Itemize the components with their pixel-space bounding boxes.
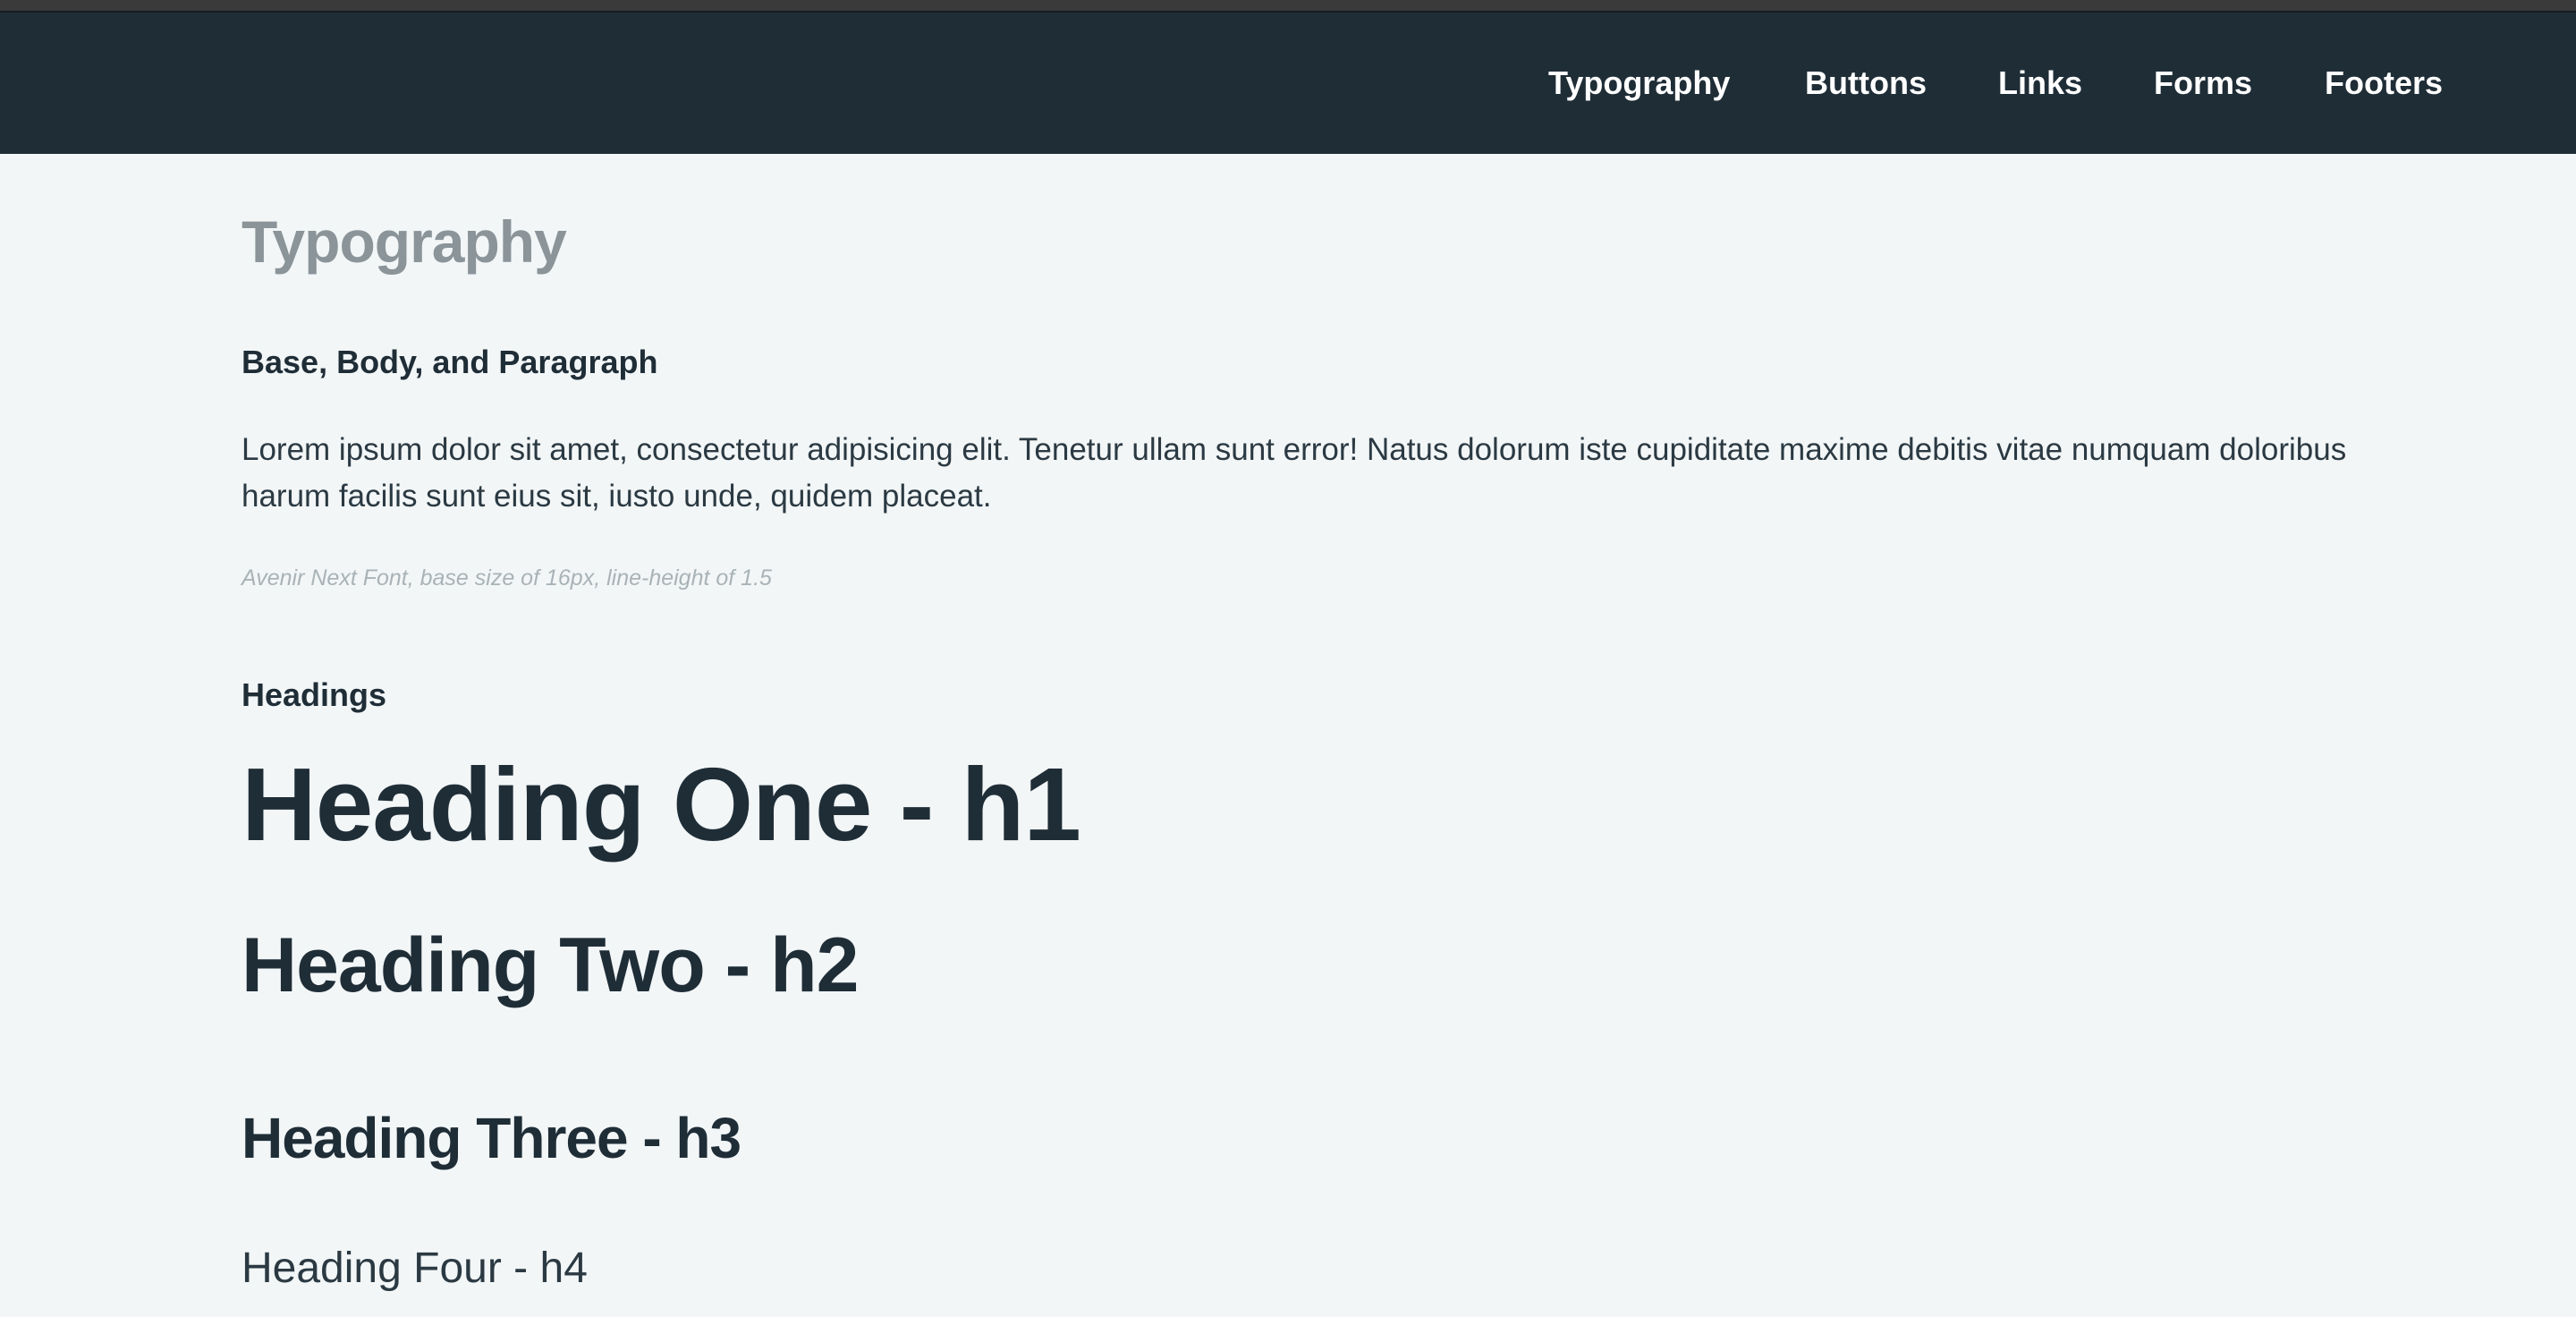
nav-link-footers[interactable]: Footers [2325,13,2443,154]
headings-section-label: Headings [242,676,387,713]
window-top-strip [0,0,2576,13]
nav-link-typography[interactable]: Typography [1548,13,1730,154]
heading-one-sample: Heading One - h1 [242,746,1081,862]
nav-link-forms[interactable]: Forms [2154,13,2252,154]
top-navbar: Typography Buttons Links Forms Footers [0,13,2576,154]
nav-link-buttons[interactable]: Buttons [1805,13,1927,154]
font-note: Avenir Next Font, base size of 16px, lin… [242,565,772,591]
heading-two-sample: Heading Two - h2 [242,922,860,1008]
page-title: Typography [242,208,567,275]
base-section-label: Base, Body, and Paragraph [242,344,658,380]
body-paragraph: Lorem ipsum dolor sit amet, consectetur … [242,432,2347,514]
heading-four-sample: Heading Four - h4 [242,1245,588,1292]
nav-link-links[interactable]: Links [1998,13,2082,154]
heading-three-sample: Heading Three - h3 [242,1106,741,1170]
